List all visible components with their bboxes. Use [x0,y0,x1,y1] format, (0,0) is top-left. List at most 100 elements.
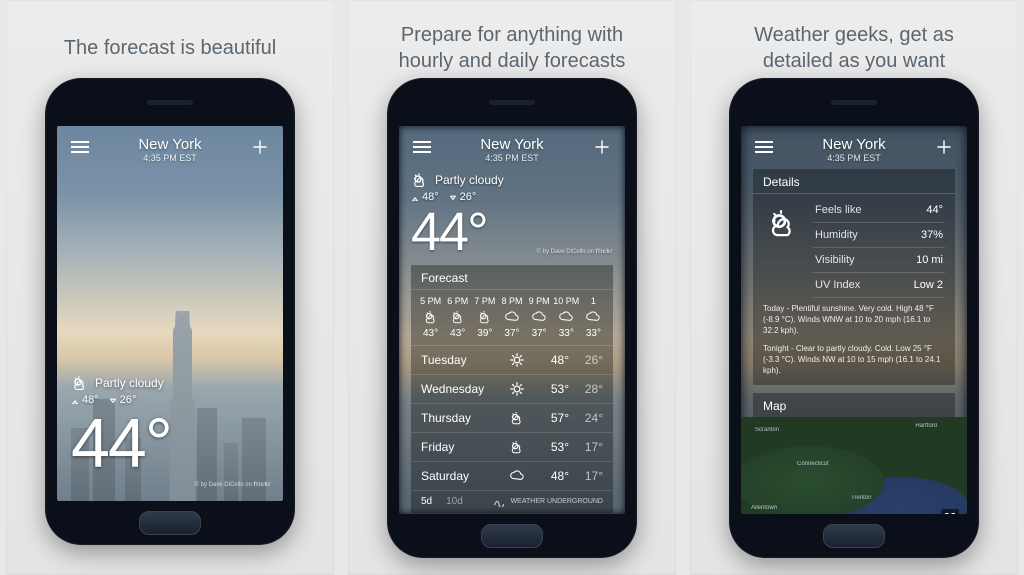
day-row[interactable]: Friday 53° 17° [411,432,613,461]
cloudy-icon [531,309,547,325]
city-name: New York [138,136,201,153]
main-content[interactable]: Partly cloudy 48° 26° 44° © by Dave DiCe… [399,167,625,509]
arrow-up-icon [411,193,419,201]
today-narrative: Today - Plentiful sunshine. Very cold. H… [753,298,955,344]
menu-icon[interactable] [753,136,775,158]
arrow-up-icon [71,396,79,404]
hour-slot: 10 PM 33° [553,296,580,339]
tagline: The forecast is beautiful [64,18,276,78]
local-time: 4:35 PM EST [480,153,543,163]
flickr-brand: flickr [254,482,271,488]
location-header[interactable]: New York 4:35 PM EST [480,136,543,163]
partly-cloudy-icon [450,309,466,325]
local-time: 4:35 PM EST [822,153,885,163]
hour-slot: 1 33° [580,296,607,339]
sunny-icon [509,381,525,397]
condition-text: Partly cloudy [435,173,504,187]
menu-icon[interactable] [69,136,91,158]
partly-cloudy-icon [411,171,429,189]
home-button[interactable] [823,524,885,548]
expand-icon [944,512,956,514]
day-row[interactable]: Wednesday 53° 28° [411,374,613,403]
photo-credit: © by Dave DiCello on flickr [411,249,613,255]
top-bar: New York 4:35 PM EST [57,126,283,167]
hour-slot: 7 PM 39° [471,296,498,339]
current-temp: 44° [71,408,171,478]
day-row[interactable]: Thursday 57° 24° [411,403,613,432]
promo-panel-1: The forecast is beautiful New York 4:35 … [6,0,334,575]
condition-icon [763,198,803,298]
detail-rows: Feels like44°Humidity37%Visibility10 miU… [813,198,945,298]
location-header[interactable]: New York 4:35 PM EST [822,136,885,163]
current-summary: Partly cloudy 48° 26° 44° [71,374,171,478]
hour-slot: 9 PM 37° [526,296,553,339]
hour-slot: 5 PM 43° [417,296,444,339]
app-screen-forecast: New York 4:35 PM EST Partly cloudy 48° 2… [399,126,625,514]
map-card: Map Scranton Hartford Connecticut Allent… [753,393,955,514]
hour-slot: 6 PM 43° [444,296,471,339]
day-row[interactable]: Saturday 48° 17° [411,461,613,490]
cloudy-icon [509,468,525,484]
weather-map[interactable]: Scranton Hartford Connecticut Allentown … [741,417,967,514]
add-location-icon[interactable] [591,136,613,158]
details-card: Details Feels like44°Humidity37%Visibili… [753,169,955,385]
menu-icon[interactable] [411,136,433,158]
details-heading: Details [753,169,955,194]
promo-panel-3: Weather geeks, get as detailed as you wa… [690,0,1018,575]
top-bar: New York 4:35 PM EST [399,126,625,167]
home-button[interactable] [139,511,201,535]
speaker-slot [147,100,193,105]
arrow-down-icon [449,193,457,201]
tab-10d[interactable]: 10d [446,496,463,507]
detail-row: Humidity37% [813,223,945,248]
detail-row: Feels like44° [813,198,945,223]
app-screen-details: New York 4:35 PM EST Details Feels like4… [741,126,967,514]
arrow-down-icon [109,396,117,404]
phone-frame: New York 4:35 PM EST Details Feels like4… [729,78,979,558]
hour-slot: 8 PM 37° [498,296,525,339]
daily-forecast: Tuesday 48° 26°Wednesday 53° 28°Thursday… [411,345,613,490]
phone-frame: New York 4:35 PM EST Partly cloudy 48° 2… [45,78,295,545]
hourly-forecast[interactable]: 5 PM 43°6 PM 43°7 PM 39°8 PM 37°9 PM 37°… [411,290,613,345]
map-heading: Map [753,393,955,417]
forecast-heading: Forecast [411,265,613,290]
current-summary: Partly cloudy 48° 26° 44° © by Dave DiCe… [411,167,613,255]
provider-credit: WEATHER UNDERGROUND [493,496,603,507]
location-header[interactable]: New York 4:35 PM EST [138,136,201,163]
forecast-card: Forecast 5 PM 43°6 PM 43°7 PM 39°8 PM 37… [411,265,613,513]
city-name: New York [480,136,543,153]
promo-panel-2: Prepare for anything with hourly and dai… [348,0,676,575]
tonight-narrative: Tonight - Clear to partly cloudy. Cold. … [753,344,955,384]
tab-5d[interactable]: 5d [421,496,432,507]
add-location-icon[interactable] [933,136,955,158]
top-bar: New York 4:35 PM EST [741,126,967,167]
main-content: Partly cloudy 48° 26° 44° © by Dave DiCe… [57,167,283,496]
sunny-icon [509,352,525,368]
partly-cloudy-icon [71,374,89,392]
add-location-icon[interactable] [249,136,271,158]
photo-credit: © by Dave DiCello on flickr [195,482,271,488]
speaker-slot [831,100,877,105]
flickr-brand: flickr [596,249,613,255]
home-button[interactable] [481,524,543,548]
condition-text: Partly cloudy [95,376,164,390]
cloudy-icon [504,309,520,325]
detail-row: UV IndexLow 2 [813,273,945,298]
tagline: Weather geeks, get as detailed as you wa… [724,18,984,78]
day-row[interactable]: Tuesday 48° 26° [411,345,613,374]
weather-underground-icon [493,497,507,507]
tagline: Prepare for anything with hourly and dai… [382,18,642,78]
detail-row: Visibility10 mi [813,248,945,273]
phone-frame: New York 4:35 PM EST Partly cloudy 48° 2… [387,78,637,558]
partly-cloudy-icon [509,410,525,426]
main-content[interactable]: Details Feels like44°Humidity37%Visibili… [741,169,967,511]
app-screen-main: New York 4:35 PM EST Partly cloudy 48° 2… [57,126,283,501]
partly-cloudy-icon [509,439,525,455]
range-tabs: 5d 10d WEATHER UNDERGROUND [411,490,613,513]
partly-cloudy-icon [766,206,800,240]
cloudy-icon [558,309,574,325]
local-time: 4:35 PM EST [138,153,201,163]
expand-map-button[interactable] [941,509,959,514]
speaker-slot [489,100,535,105]
partly-cloudy-icon [477,309,493,325]
